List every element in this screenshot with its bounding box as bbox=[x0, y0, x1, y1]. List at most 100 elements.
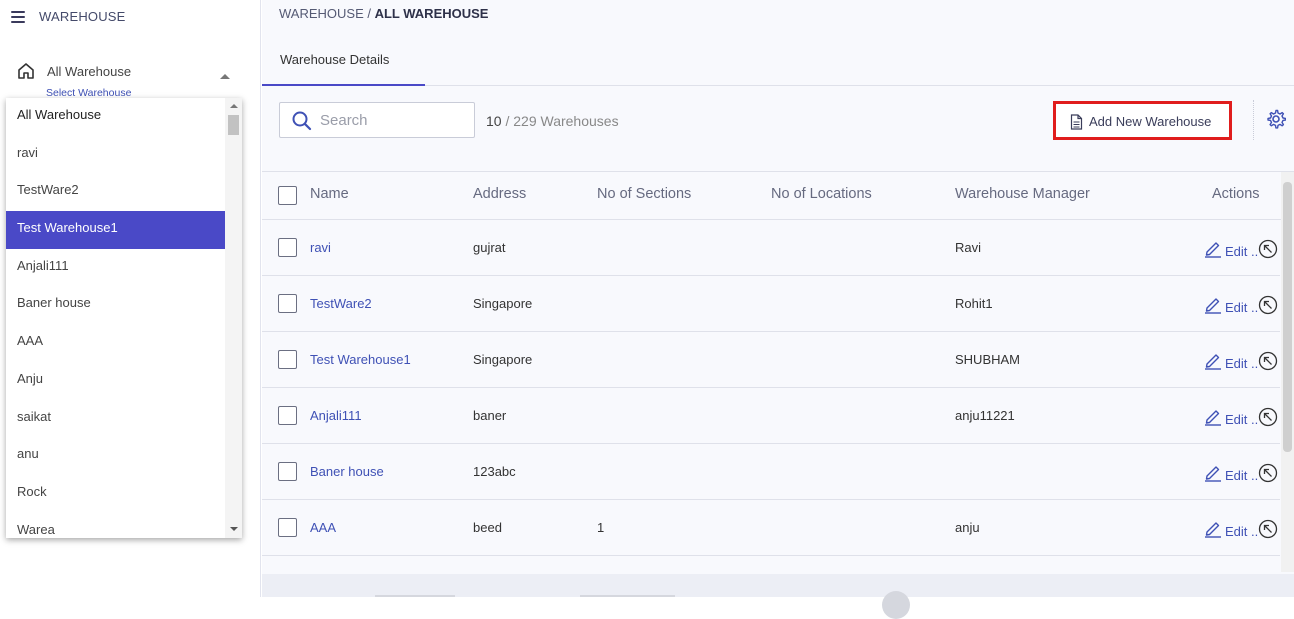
breadcrumb: WAREHOUSE / ALL WAREHOUSE bbox=[279, 6, 488, 21]
edit-label: Edit .. bbox=[1225, 468, 1259, 483]
tab-warehouse-details[interactable]: Warehouse Details bbox=[262, 35, 425, 86]
table-row: Baner house 123abc Edit .. bbox=[262, 444, 1280, 500]
cell-manager: Ravi bbox=[955, 240, 982, 255]
cell-manager: Rohit1 bbox=[955, 296, 993, 311]
edit-label: Edit .. bbox=[1225, 300, 1259, 315]
tab-bar: Warehouse Details bbox=[262, 35, 1294, 86]
hamburger-menu-icon[interactable] bbox=[11, 11, 25, 23]
scroll-thumb[interactable] bbox=[228, 115, 239, 135]
column-header-manager[interactable]: Warehouse Manager bbox=[955, 186, 1090, 202]
dropdown-list: All Warehouse ravi TestWare2 Test Wareho… bbox=[6, 98, 225, 538]
pencil-icon bbox=[1205, 354, 1221, 370]
column-header-name[interactable]: Name bbox=[310, 186, 349, 202]
cell-address: beed bbox=[473, 520, 502, 535]
main-content: WAREHOUSE / ALL WAREHOUSE Warehouse Deta… bbox=[262, 0, 1294, 619]
dropdown-option-selected[interactable]: Test Warehouse1 bbox=[6, 211, 225, 249]
dropdown-scrollbar[interactable] bbox=[225, 98, 242, 538]
cell-name[interactable]: Anjali111 bbox=[310, 408, 362, 423]
open-arrow-icon[interactable] bbox=[1258, 239, 1278, 259]
table-scrollbar[interactable] bbox=[1281, 172, 1294, 572]
open-arrow-icon[interactable] bbox=[1258, 519, 1278, 539]
breadcrumb-root[interactable]: WAREHOUSE / bbox=[279, 6, 375, 21]
row-checkbox[interactable] bbox=[278, 294, 297, 313]
search-input[interactable] bbox=[320, 109, 465, 131]
cell-manager: SHUBHAM bbox=[955, 352, 1021, 367]
pencil-icon bbox=[1205, 410, 1221, 426]
row-checkbox[interactable] bbox=[278, 462, 297, 481]
table-header: Name Address No of Sections No of Locati… bbox=[262, 172, 1294, 220]
scroll-down-arrow-icon[interactable] bbox=[230, 527, 238, 531]
pencil-icon bbox=[1205, 298, 1221, 314]
cell-address: 123abc bbox=[473, 464, 516, 479]
cell-address: Singapore bbox=[473, 352, 533, 367]
open-arrow-icon[interactable] bbox=[1258, 351, 1278, 371]
cell-name[interactable]: Test Warehouse1 bbox=[310, 352, 411, 367]
edit-label: Edit .. bbox=[1225, 244, 1259, 259]
dropdown-option[interactable]: TestWare2 bbox=[6, 173, 225, 211]
cell-name[interactable]: TestWare2 bbox=[310, 296, 372, 311]
table-row: AAA beed 1 anju Edit .. bbox=[262, 500, 1280, 556]
table-scroll-thumb[interactable] bbox=[1283, 182, 1292, 452]
search-icon bbox=[292, 111, 312, 131]
breadcrumb-current: ALL WAREHOUSE bbox=[374, 6, 489, 21]
dropdown-option[interactable]: saikat bbox=[6, 400, 225, 438]
toolbar-divider bbox=[1253, 100, 1254, 140]
pagination-footer bbox=[262, 574, 1294, 619]
row-checkbox[interactable] bbox=[278, 406, 297, 425]
column-header-address[interactable]: Address bbox=[473, 186, 526, 202]
dropdown-option[interactable]: anu bbox=[6, 437, 225, 475]
toolbar: 10 / 229 Warehouses Add New Warehouse bbox=[262, 86, 1294, 172]
row-checkbox[interactable] bbox=[278, 518, 297, 537]
open-arrow-icon[interactable] bbox=[1258, 295, 1278, 315]
add-new-warehouse-button[interactable]: Add New Warehouse bbox=[1053, 101, 1232, 140]
warehouse-count: 10 / 229 Warehouses bbox=[486, 113, 619, 129]
chevron-up-icon[interactable] bbox=[220, 74, 230, 79]
scroll-up-arrow-icon[interactable] bbox=[230, 104, 238, 108]
column-header-locations[interactable]: No of Locations bbox=[771, 186, 872, 202]
dropdown-option[interactable]: Warea bbox=[6, 513, 225, 538]
open-arrow-icon[interactable] bbox=[1258, 463, 1278, 483]
table-row: ravi gujrat Ravi Edit .. bbox=[262, 220, 1280, 276]
sidebar-title: WAREHOUSE bbox=[39, 9, 126, 24]
search-box[interactable] bbox=[279, 102, 475, 138]
open-arrow-icon[interactable] bbox=[1258, 407, 1278, 427]
cell-name[interactable]: Baner house bbox=[310, 464, 384, 479]
sidebar-item-all-warehouse[interactable]: All Warehouse bbox=[47, 64, 131, 79]
cell-sections: 1 bbox=[597, 520, 605, 535]
cell-name[interactable]: AAA bbox=[310, 520, 336, 535]
count-shown: 10 bbox=[486, 113, 502, 129]
warehouse-dropdown[interactable]: All Warehouse ravi TestWare2 Test Wareho… bbox=[6, 98, 242, 538]
select-all-checkbox[interactable] bbox=[278, 186, 297, 205]
cell-address: Singapore bbox=[473, 296, 533, 311]
cell-address: gujrat bbox=[473, 240, 506, 255]
pencil-icon bbox=[1205, 522, 1221, 538]
gear-icon[interactable] bbox=[1266, 109, 1286, 129]
document-icon bbox=[1070, 114, 1083, 130]
dropdown-option[interactable]: Baner house bbox=[6, 286, 225, 324]
cell-address: baner bbox=[473, 408, 507, 423]
row-checkbox[interactable] bbox=[278, 238, 297, 257]
cell-manager: anju bbox=[955, 520, 980, 535]
cell-name[interactable]: ravi bbox=[310, 240, 331, 255]
dropdown-option[interactable]: Anju bbox=[6, 362, 225, 400]
dropdown-option[interactable]: Anjali111 bbox=[6, 249, 225, 287]
cell-manager: anju11221 bbox=[955, 408, 1015, 423]
dropdown-option[interactable]: Rock bbox=[6, 475, 225, 513]
dropdown-option[interactable]: AAA bbox=[6, 324, 225, 362]
edit-label: Edit .. bbox=[1225, 412, 1259, 427]
column-header-actions: Actions bbox=[1212, 186, 1260, 202]
column-header-sections[interactable]: No of Sections bbox=[597, 186, 691, 202]
table-row: Anjali111 baner anju11221 Edit .. bbox=[262, 388, 1280, 444]
dropdown-option[interactable]: ravi bbox=[6, 136, 225, 174]
add-new-warehouse-label: Add New Warehouse bbox=[1089, 114, 1212, 129]
count-total: / 229 Warehouses bbox=[501, 113, 619, 129]
home-icon bbox=[18, 63, 34, 79]
table-row: Test Warehouse1 Singapore SHUBHAM Edit .. bbox=[262, 332, 1280, 388]
dropdown-option[interactable]: All Warehouse bbox=[6, 98, 225, 136]
table-row: TestWare2 Singapore Rohit1 Edit .. bbox=[262, 276, 1280, 332]
pagination-page-button[interactable] bbox=[882, 591, 910, 619]
edit-label: Edit .. bbox=[1225, 524, 1259, 539]
pencil-icon bbox=[1205, 242, 1221, 258]
row-checkbox[interactable] bbox=[278, 350, 297, 369]
pencil-icon bbox=[1205, 466, 1221, 482]
